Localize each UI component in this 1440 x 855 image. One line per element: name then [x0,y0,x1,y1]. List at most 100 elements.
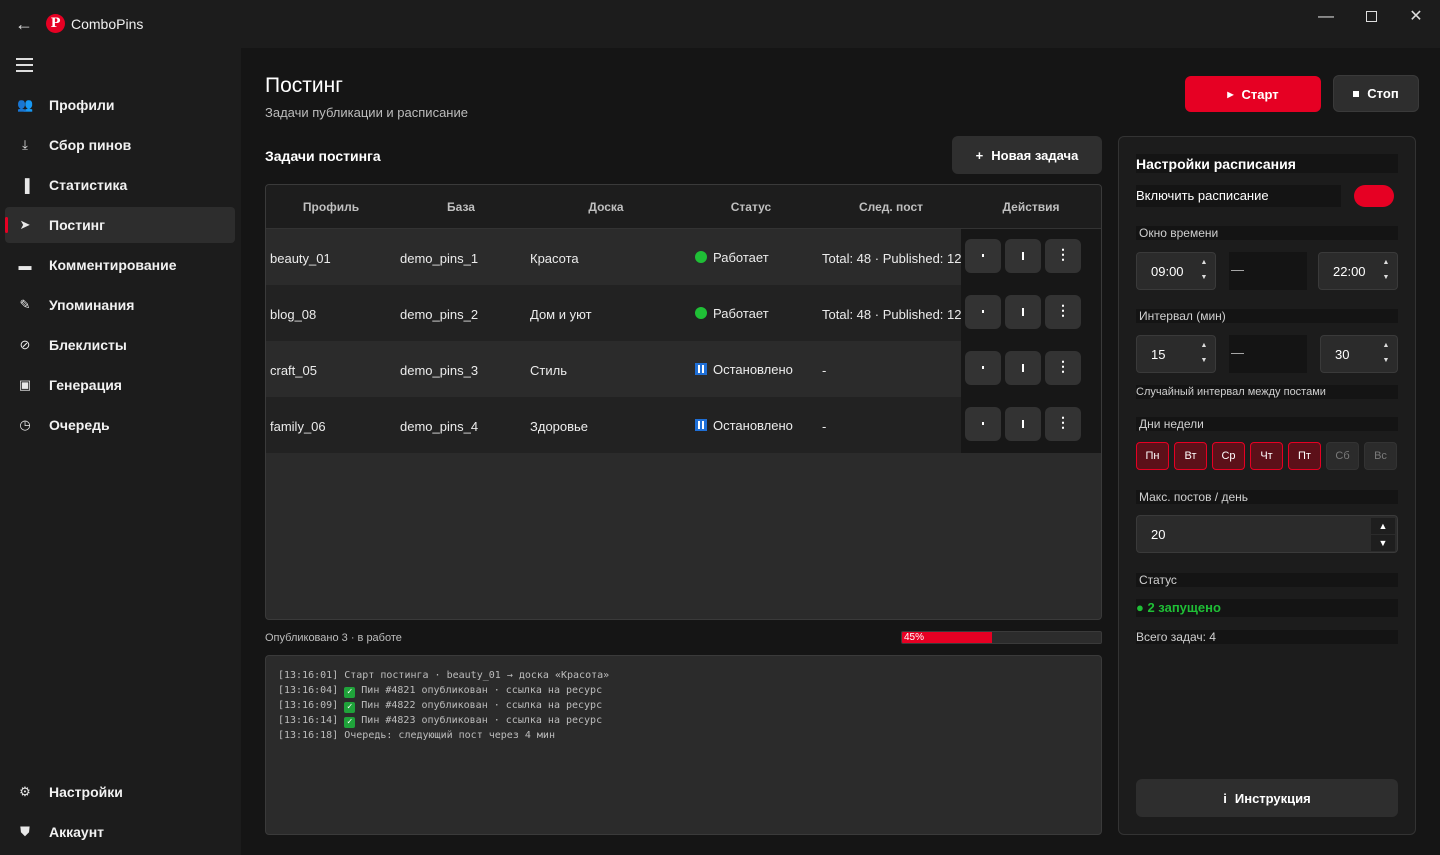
cell-profile: family_06 [270,419,326,434]
stepper-arrows-icon[interactable]: ▲ ▼ [1379,338,1393,370]
day-sat[interactable]: Сб [1326,442,1359,470]
stop-button-label: Стоп [1367,86,1399,101]
log-line: [13:16:18] Очередь: следующий пост через… [278,730,555,741]
play-button[interactable] [965,295,1001,329]
window-from-value: 09:00 [1151,264,1184,279]
column-header-profile[interactable]: Профиль [286,200,376,214]
play-button[interactable] [965,239,1001,273]
cell-profile: craft_05 [270,363,317,378]
cell-board: Красота [530,251,579,266]
sidebar-item-profiles[interactable]: 👥 Профили [5,87,235,123]
tasks-title: Задачи постинга [265,148,381,164]
decrement-icon[interactable]: ▼ [1371,535,1395,551]
sidebar-item-label: Комментирование [49,257,177,273]
sidebar-item-generation[interactable]: ▣ Генерация [5,367,235,403]
day-mon[interactable]: Пн [1136,442,1169,470]
sidebar-item-collect[interactable]: ⤓ Сбор пинов [5,127,235,163]
row-actions: ⋮ [961,229,1101,285]
column-header-next[interactable]: След. пост [836,200,946,214]
comment-icon: ▬ [18,257,32,273]
pause-button[interactable] [1005,351,1041,385]
table-row[interactable]: craft_05 demo_pins_3 Стиль Остановлено -… [266,341,1101,397]
sidebar-item-comments[interactable]: ▬ Комментирование [5,247,235,283]
back-arrow-icon[interactable]: ← [14,14,34,34]
log-panel[interactable]: [13:16:01] Старт постинга · beauty_01 → … [265,655,1102,835]
pause-button[interactable] [1005,295,1041,329]
main-content: Постинг Задачи публикации и расписание ▶… [241,48,1440,855]
pause-button[interactable] [1005,239,1041,273]
interval-from-stepper[interactable]: 15 ▲ ▼ [1136,335,1216,373]
cell-next: Total: 48 · Published: 12 [822,251,962,266]
stepper-arrows-icon[interactable]: ▲ ▼ [1379,255,1393,287]
title-bar: ← P ComboPins — ✕ [0,0,1440,48]
sidebar-item-mentions[interactable]: ✎ Упоминания [5,287,235,323]
instructions-button[interactable]: i Инструкция [1136,779,1398,817]
start-button[interactable]: ▶ Старт [1185,76,1321,112]
enable-schedule-toggle[interactable] [1354,185,1394,207]
window-dash: — [1229,252,1307,290]
cell-next: - [822,419,827,434]
day-tue[interactable]: Вт [1174,442,1207,470]
published-status: Опубликовано 3 · в работе [265,632,402,644]
stepper-arrows-icon[interactable]: ▲ ▼ [1197,255,1211,287]
table-row[interactable]: beauty_01 demo_pins_1 Красота Работает T… [266,229,1101,285]
row-actions: ⋮ [961,285,1101,341]
cell-profile: beauty_01 [270,251,331,266]
sidebar-item-label: Статистика [49,177,128,193]
play-button[interactable] [965,351,1001,385]
sidebar: 👥 Профили ⤓ Сбор пинов ▐ Статистика ➤ По… [0,48,241,855]
page-title: Постинг [265,74,343,97]
more-button[interactable]: ⋮ [1045,295,1081,329]
day-fri[interactable]: Пт [1288,442,1321,470]
days-label: Дни недели [1136,417,1398,431]
column-header-board[interactable]: Доска [556,200,656,214]
window-to-stepper[interactable]: 22:00 ▲ ▼ [1318,252,1398,290]
log-line: [13:16:09] ✓ Пин #4822 опубликован · ссы… [278,700,603,713]
sidebar-item-account[interactable]: ⛊ Аккаунт [5,814,235,850]
interval-to-stepper[interactable]: 30 ▲ ▼ [1320,335,1398,373]
window-from-stepper[interactable]: 09:00 ▲ ▼ [1136,252,1216,290]
close-button[interactable]: ✕ [1398,6,1434,28]
stepper-arrows-icon[interactable]: ▲ ▼ [1197,338,1211,370]
users-icon: 👥 [17,97,34,112]
image-icon: ▣ [18,377,32,392]
more-button[interactable]: ⋮ [1045,239,1081,273]
block-icon: ⊘ [19,337,31,352]
sidebar-item-stats[interactable]: ▐ Статистика [5,167,235,203]
row-actions: ⋮ [961,341,1101,397]
table-row[interactable]: blog_08 demo_pins_2 Дом и уют Работает T… [266,285,1101,341]
more-button[interactable]: ⋮ [1045,407,1081,441]
pause-button[interactable] [1005,407,1041,441]
sidebar-item-posting[interactable]: ➤ Постинг [5,207,235,243]
column-header-status[interactable]: Статус [706,200,796,214]
play-icon: ▶ [1227,89,1234,99]
sidebar-item-settings[interactable]: ⚙ Настройки [5,774,235,810]
maximize-button[interactable] [1353,6,1389,28]
sidebar-item-queue[interactable]: ◷ Очередь [5,407,235,443]
sidebar-item-label: Постинг [49,217,105,233]
new-task-button[interactable]: + Новая задача [952,136,1102,174]
clock-icon: ◷ [19,417,31,432]
cell-base: demo_pins_1 [400,251,479,266]
max-posts-value: 20 [1151,527,1166,542]
column-header-actions: Действия [1002,200,1060,214]
status-text: Работает [713,250,769,265]
start-button-label: Старт [1241,86,1279,102]
max-posts-stepper[interactable]: 20 ▲ ▼ [1136,515,1398,553]
sidebar-item-label: Профили [49,97,115,113]
day-thu[interactable]: Чт [1250,442,1283,470]
log-line: [13:16:01] Старт постинга · beauty_01 → … [278,670,610,681]
menu-icon[interactable] [16,58,34,72]
sidebar-item-blacklists[interactable]: ⊘ Блеклисты [5,327,235,363]
table-row[interactable]: family_06 demo_pins_4 Здоровье Остановле… [266,397,1101,453]
more-button[interactable]: ⋮ [1045,351,1081,385]
cell-status: Работает [695,306,769,321]
column-header-base[interactable]: База [416,200,506,214]
stop-button[interactable]: Стоп [1333,75,1419,112]
day-sun[interactable]: Вс [1364,442,1397,470]
increment-icon[interactable]: ▲ [1371,518,1395,534]
minimize-button[interactable]: — [1308,6,1344,28]
cell-profile: blog_08 [270,307,317,322]
day-wed[interactable]: Ср [1212,442,1245,470]
play-button[interactable] [965,407,1001,441]
